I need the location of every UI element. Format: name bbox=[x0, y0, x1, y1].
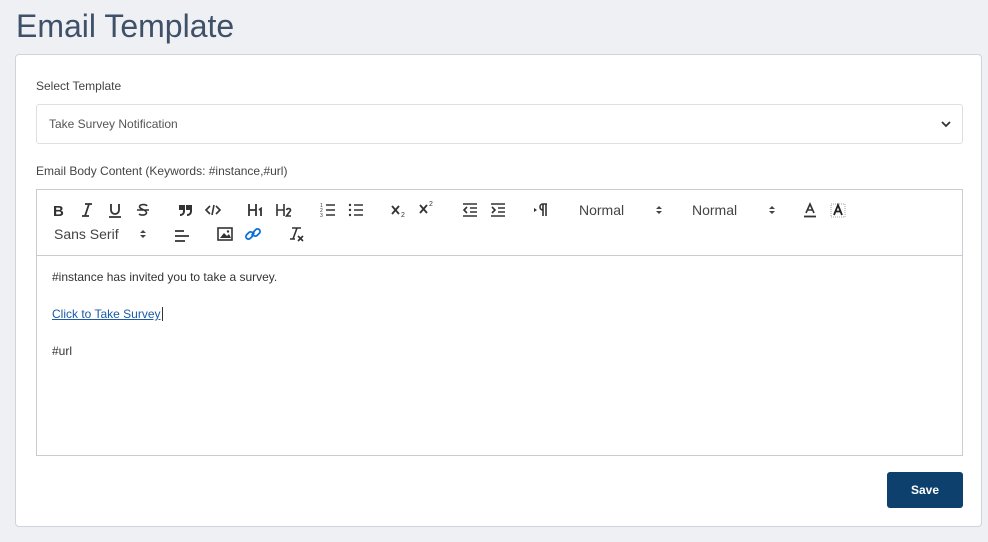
template-select[interactable]: Take Survey Notification bbox=[36, 104, 963, 144]
subscript-button[interactable]: 2 bbox=[387, 200, 411, 220]
svg-text:3: 3 bbox=[320, 213, 323, 219]
take-survey-link[interactable]: Click to Take Survey bbox=[52, 307, 161, 321]
strikethrough-button[interactable] bbox=[131, 200, 155, 220]
insert-link-button[interactable] bbox=[241, 224, 265, 244]
picker-arrows-icon bbox=[656, 206, 662, 214]
link-icon bbox=[245, 228, 261, 240]
email-body-label: Email Body Content (Keywords: #instance,… bbox=[36, 164, 288, 178]
svg-text:2: 2 bbox=[429, 201, 433, 208]
select-template-label: Select Template bbox=[36, 79, 122, 93]
indent-button[interactable] bbox=[486, 200, 510, 220]
outdent-button[interactable] bbox=[458, 200, 482, 220]
strikethrough-icon bbox=[137, 203, 149, 216]
ordered-list-icon: 123 bbox=[320, 203, 335, 219]
svg-text:B: B bbox=[53, 203, 64, 219]
insert-image-button[interactable] bbox=[213, 224, 237, 244]
clear-format-icon bbox=[290, 227, 304, 242]
editor-content[interactable]: #instance has invited you to take a surv… bbox=[37, 256, 962, 372]
content-line-instance: #instance has invited you to take a surv… bbox=[52, 270, 278, 284]
header-picker[interactable]: Normal bbox=[579, 200, 669, 220]
indent-icon bbox=[491, 203, 505, 217]
italic-button[interactable] bbox=[75, 200, 99, 220]
font-color-button[interactable] bbox=[798, 200, 822, 220]
superscript-button[interactable]: 2 bbox=[415, 198, 439, 218]
image-icon bbox=[217, 227, 233, 241]
page-title: Email Template bbox=[16, 8, 235, 44]
save-button[interactable]: Save bbox=[887, 472, 963, 508]
content-line-url: #url bbox=[52, 344, 73, 358]
code-icon bbox=[204, 204, 222, 216]
blockquote-button[interactable] bbox=[173, 200, 197, 220]
size-picker[interactable]: Normal bbox=[692, 200, 782, 220]
editor-toolbar: B 123 2 2 Normal Normal Sans Serif bbox=[37, 190, 962, 256]
subscript-icon: 2 bbox=[391, 205, 405, 219]
bullet-list-icon bbox=[348, 203, 363, 217]
bullet-list-button[interactable] bbox=[344, 200, 368, 220]
background-color-icon bbox=[830, 202, 846, 218]
code-block-button[interactable] bbox=[201, 200, 225, 220]
rich-text-editor: B 123 2 2 Normal Normal Sans Serif #inst… bbox=[36, 189, 963, 456]
align-button[interactable] bbox=[170, 226, 194, 246]
svg-text:2: 2 bbox=[401, 212, 405, 219]
header-picker-label: Normal bbox=[579, 202, 625, 218]
bold-icon: B bbox=[53, 203, 64, 219]
heading2-button[interactable] bbox=[272, 200, 296, 220]
heading1-button[interactable] bbox=[244, 200, 268, 220]
clear-formatting-button[interactable] bbox=[284, 224, 308, 244]
underline-icon bbox=[109, 204, 121, 218]
heading2-icon bbox=[276, 204, 292, 217]
template-select-value: Take Survey Notification bbox=[49, 117, 178, 131]
bold-button[interactable]: B bbox=[47, 200, 71, 220]
size-picker-label: Normal bbox=[692, 202, 738, 218]
chevron-down-icon bbox=[941, 121, 951, 128]
italic-icon bbox=[82, 203, 92, 217]
heading1-icon bbox=[248, 204, 262, 216]
outdent-icon bbox=[462, 203, 477, 217]
font-picker-label: Sans Serif bbox=[54, 226, 119, 242]
font-picker[interactable]: Sans Serif bbox=[54, 224, 149, 244]
picker-arrows-icon bbox=[769, 206, 775, 214]
underline-button[interactable] bbox=[103, 200, 127, 220]
superscript-icon: 2 bbox=[419, 201, 433, 214]
font-color-icon bbox=[804, 202, 816, 218]
email-template-card: Select Template Take Survey Notification… bbox=[15, 54, 982, 527]
ordered-list-button[interactable]: 123 bbox=[316, 200, 340, 220]
background-color-button[interactable] bbox=[826, 200, 850, 220]
text-direction-button[interactable] bbox=[529, 200, 553, 220]
picker-arrows-icon bbox=[140, 230, 146, 238]
align-left-icon bbox=[175, 230, 189, 242]
quote-icon bbox=[179, 205, 192, 216]
rtl-direction-icon bbox=[534, 203, 547, 216]
